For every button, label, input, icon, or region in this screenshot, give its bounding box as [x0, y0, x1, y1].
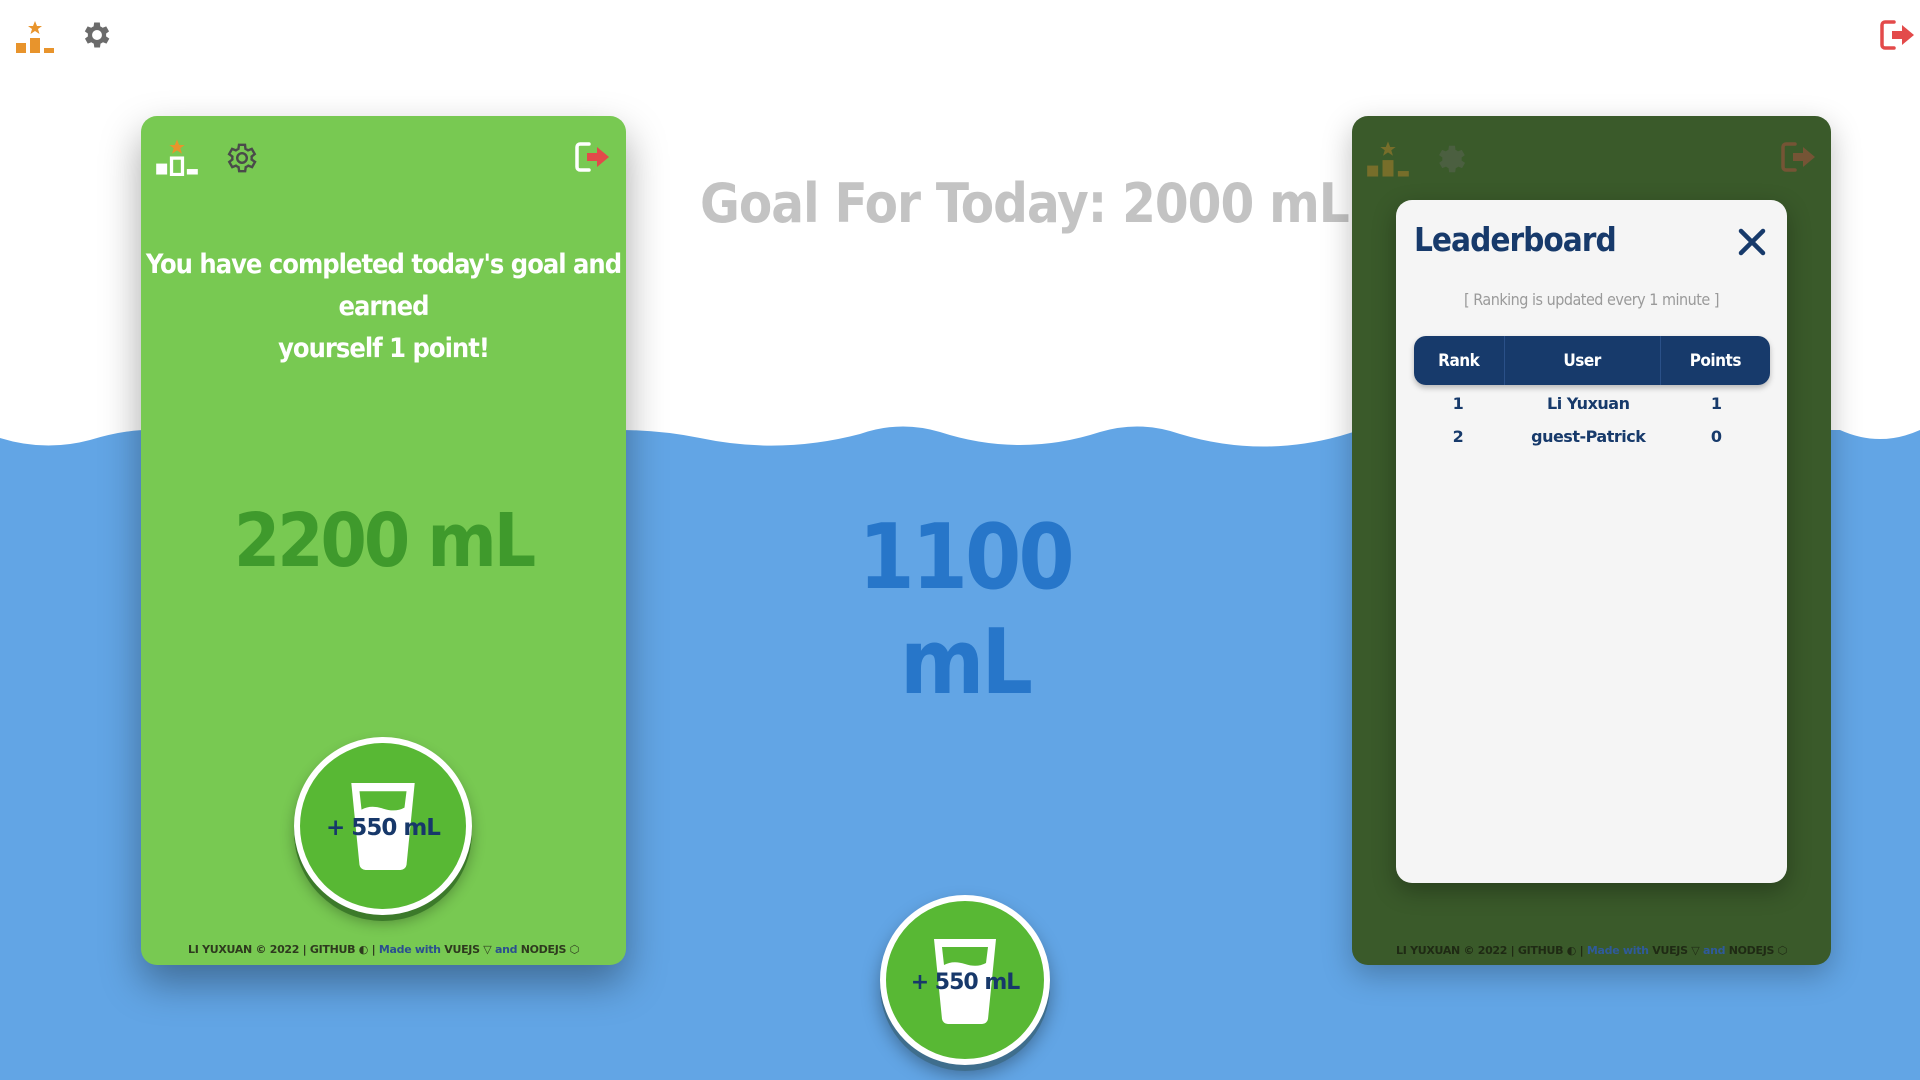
add-water-button[interactable]: + 550 mL: [880, 895, 1050, 1065]
leaderboard-modal: Leaderboard [ Ranking is updated every 1…: [1396, 200, 1787, 883]
footer-made-with: Made with: [378, 943, 441, 956]
message-line-1: You have completed today's goal and earn…: [145, 249, 622, 322]
leaderboard-icon: [1367, 141, 1409, 177]
table-row: 2 guest-Patrick 0: [1414, 421, 1770, 451]
column-points: Points: [1689, 350, 1742, 371]
footer-made-with: Made with: [1586, 944, 1649, 957]
footer-nodejs: NODEJS ⬡: [517, 943, 580, 956]
card-water-amount: 2200 mL: [233, 498, 536, 584]
row-rank: 1: [1452, 393, 1464, 413]
footer-credits: LI YUXUAN © 2022 | GITHUB ◐ | Made with …: [141, 943, 626, 956]
logout-icon[interactable]: [575, 140, 611, 174]
leaderboard-table-header: Rank User Points: [1414, 336, 1770, 385]
leaderboard-title: Leaderboard: [1414, 220, 1617, 259]
footer-and: and: [494, 943, 518, 956]
goal-for-today: Goal For Today: 2000 mL: [700, 172, 1350, 235]
leaderboard-icon[interactable]: [14, 20, 56, 54]
footer-vuejs: VUEJS ▽: [440, 943, 495, 956]
logout-icon[interactable]: [1880, 18, 1916, 52]
gear-icon: [1439, 145, 1466, 173]
footer-credits: LI YUXUAN © 2022 | GITHUB ◐ | Made with …: [1352, 944, 1831, 957]
row-rank: 2: [1452, 426, 1464, 446]
footer-and: and: [1702, 944, 1726, 957]
leaderboard-icon[interactable]: [154, 138, 200, 176]
row-user: guest-Patrick: [1531, 426, 1646, 446]
row-points: 1: [1710, 393, 1722, 413]
table-row: 1 Li Yuxuan 1: [1414, 388, 1770, 418]
goal-completed-message: You have completed today's goal and earn…: [141, 244, 626, 370]
row-user: Li Yuxuan: [1547, 393, 1630, 413]
close-icon[interactable]: [1736, 226, 1768, 258]
row-points: 0: [1710, 426, 1722, 446]
column-user: User: [1563, 350, 1601, 371]
message-line-2: yourself 1 point!: [278, 333, 490, 364]
footer-prefix: LI YUXUAN © 2022 | GITHUB ◐ |: [188, 943, 379, 956]
logout-icon: [1781, 142, 1815, 172]
ranking-update-note: [ Ranking is updated every 1 minute ]: [1464, 290, 1719, 309]
footer-prefix: LI YUXUAN © 2022 | GITHUB ◐ |: [1396, 944, 1587, 957]
footer-nodejs: NODEJS ⬡: [1725, 944, 1788, 957]
mobile-preview-card: You have completed today's goal and earn…: [141, 116, 626, 965]
footer-vuejs: VUEJS ▽: [1648, 944, 1703, 957]
gear-icon[interactable]: [80, 18, 114, 52]
water-amount: 1100 mL: [858, 505, 1074, 715]
column-rank: Rank: [1438, 350, 1480, 371]
gear-icon[interactable]: [224, 140, 260, 176]
card-add-water-button[interactable]: + 550 mL: [294, 737, 472, 915]
add-water-label: + 550 mL: [910, 969, 1021, 995]
card-add-water-label: + 550 mL: [326, 815, 441, 841]
